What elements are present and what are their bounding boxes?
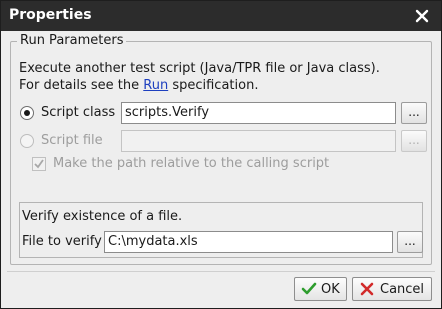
- title-bar[interactable]: Properties: [1, 1, 441, 31]
- ok-button[interactable]: OK: [294, 277, 347, 301]
- file-to-verify-label: File to verify: [22, 234, 102, 249]
- checkmark-icon: [301, 281, 317, 297]
- dialog-title: Properties: [9, 7, 92, 23]
- cancel-x-icon: [359, 281, 375, 297]
- file-to-verify-input[interactable]: C:\mydata.xls: [104, 231, 393, 253]
- script-file-label[interactable]: Script file: [41, 133, 103, 148]
- description-line-2: For details see the Run specification.: [19, 78, 258, 93]
- script-file-browse-button[interactable]: ...: [401, 130, 427, 152]
- properties-dialog: Properties Run Parameters Execute anothe…: [0, 0, 442, 309]
- script-file-radio[interactable]: [20, 134, 34, 148]
- close-icon[interactable]: [413, 7, 431, 25]
- checkmark-icon: [34, 159, 44, 169]
- group-legend: Run Parameters: [17, 33, 127, 48]
- script-class-input[interactable]: scripts.Verify: [121, 102, 396, 124]
- relative-path-checkbox[interactable]: [32, 157, 46, 171]
- relative-path-label[interactable]: Make the path relative to the calling sc…: [53, 156, 329, 171]
- ok-button-label: OK: [321, 282, 340, 297]
- script-class-radio[interactable]: [20, 106, 34, 120]
- script-class-browse-button[interactable]: ...: [401, 102, 427, 124]
- run-parameters-group: Run Parameters Execute another test scri…: [10, 33, 432, 265]
- run-spec-link[interactable]: Run: [143, 78, 168, 93]
- cancel-button-label: Cancel: [380, 282, 425, 297]
- description-line-1: Execute another test script (Java/TPR fi…: [19, 61, 380, 76]
- cancel-button[interactable]: Cancel: [352, 277, 432, 301]
- verify-heading: Verify existence of a file.: [22, 209, 183, 224]
- description-prefix: For details see the: [19, 78, 144, 93]
- script-file-input[interactable]: [121, 130, 396, 152]
- script-class-label[interactable]: Script class: [41, 105, 115, 120]
- footer-separator: [7, 271, 435, 272]
- verify-file-panel: Verify existence of a file. File to veri…: [19, 202, 423, 258]
- description-suffix: specification.: [168, 78, 259, 93]
- file-browse-button[interactable]: ...: [397, 231, 423, 253]
